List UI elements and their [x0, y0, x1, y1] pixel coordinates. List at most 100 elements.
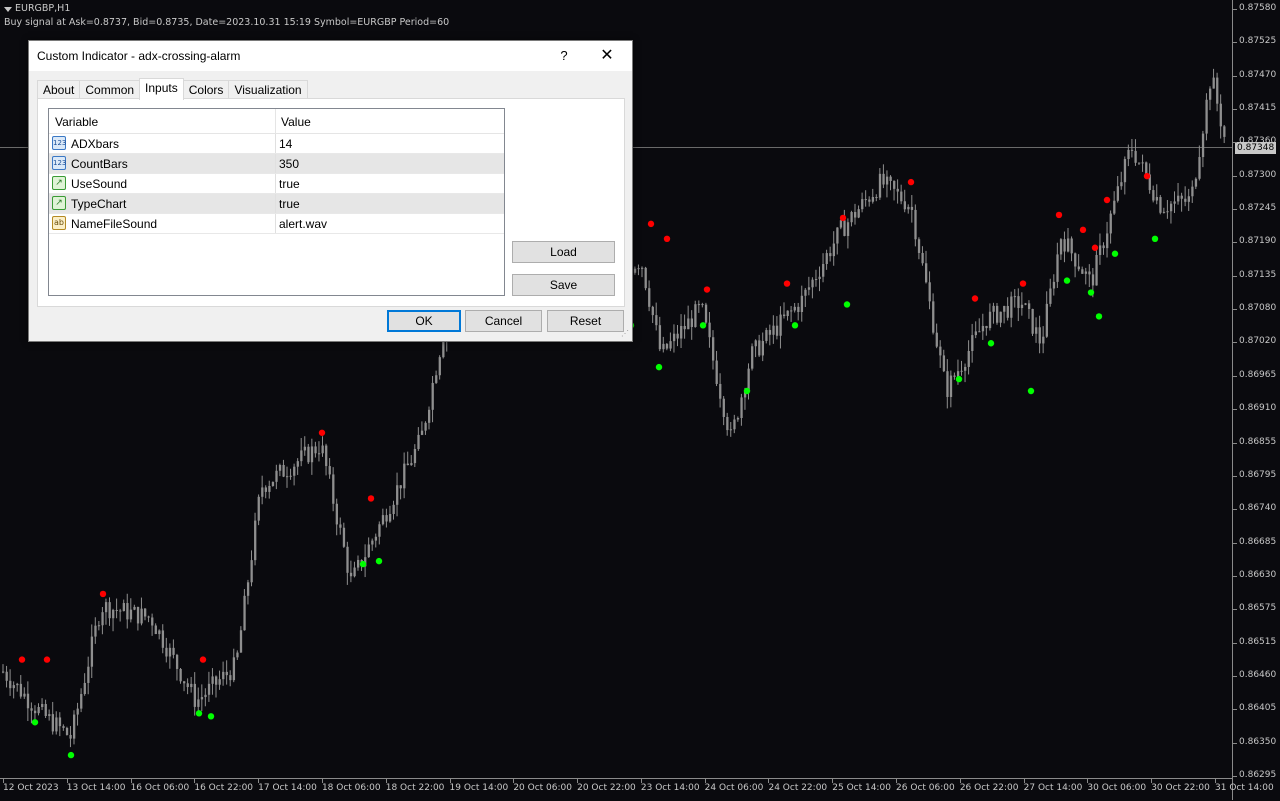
candle	[790, 305, 793, 322]
tab-common[interactable]: Common	[79, 80, 141, 100]
candle	[907, 204, 910, 214]
candle	[1194, 177, 1198, 190]
chevron-down-icon[interactable]	[4, 6, 12, 12]
tab-visualization[interactable]: Visualization	[228, 80, 308, 100]
price-tick	[1233, 275, 1237, 277]
input-row-typechart[interactable]: ↗ TypeChart true	[49, 194, 504, 214]
buy-signal-dot	[67, 751, 75, 759]
candle	[1095, 248, 1098, 286]
candle	[325, 443, 328, 476]
variable-value[interactable]: 350	[279, 157, 299, 171]
sell-signal-dot	[907, 178, 915, 186]
candle	[94, 617, 97, 644]
candle	[758, 334, 761, 357]
boolean-icon: ↗	[52, 176, 66, 190]
ok-button[interactable]: OK	[387, 310, 461, 332]
candle	[26, 681, 30, 722]
candle	[122, 599, 125, 612]
candle	[715, 350, 718, 387]
candle	[435, 370, 438, 384]
input-row-countbars[interactable]: 123 CountBars 350	[49, 154, 504, 174]
input-row-adxbars[interactable]: 123 ADXbars 14	[49, 134, 504, 154]
candle	[275, 464, 278, 490]
candle	[367, 537, 370, 558]
candle	[37, 703, 40, 716]
close-button[interactable]: ✕	[595, 45, 619, 67]
candle	[385, 508, 388, 528]
tab-colors[interactable]: Colors	[182, 80, 230, 100]
variable-value[interactable]: true	[279, 177, 300, 191]
string-icon: ab	[52, 216, 66, 230]
load-button[interactable]: Load	[512, 241, 615, 263]
price-tick	[1233, 75, 1237, 77]
candle	[996, 302, 999, 325]
sell-signal-dot	[1079, 226, 1087, 234]
candle	[1212, 68, 1215, 89]
candle	[190, 676, 193, 693]
candle	[1049, 278, 1052, 307]
candle	[147, 615, 150, 623]
candle	[278, 463, 282, 477]
price-tick	[1233, 109, 1237, 111]
candle	[1173, 191, 1176, 213]
cancel-button[interactable]: Cancel	[465, 310, 542, 332]
candle	[935, 323, 938, 349]
price-tick	[1233, 542, 1237, 544]
sell-signal-dot	[43, 656, 51, 663]
variable-value[interactable]: alert.wav	[279, 217, 327, 231]
price-tick-label: 0.87360	[1239, 136, 1277, 147]
candle	[1059, 238, 1063, 260]
price-tick-label: 0.86910	[1239, 403, 1277, 414]
candle	[736, 416, 740, 422]
candle	[225, 660, 228, 685]
candle	[1063, 231, 1066, 263]
buy-signal-dot	[791, 322, 799, 329]
candle	[658, 316, 662, 352]
candle	[928, 271, 931, 310]
candle	[1045, 291, 1048, 338]
candle	[946, 359, 949, 409]
column-header-variable[interactable]: Variable	[55, 115, 98, 129]
candle	[381, 508, 385, 526]
input-row-usesound[interactable]: ↗ UseSound true	[49, 174, 504, 194]
candle	[30, 702, 33, 724]
candle	[701, 302, 704, 308]
candle	[119, 608, 122, 622]
resize-grip-icon[interactable]: ⋰	[621, 329, 630, 338]
column-header-value[interactable]: Value	[281, 115, 311, 129]
candle	[431, 375, 434, 423]
candle	[58, 712, 62, 737]
save-button[interactable]: Save	[512, 274, 615, 296]
candle	[974, 321, 977, 339]
column-divider[interactable]	[275, 109, 276, 133]
candle	[1141, 154, 1144, 172]
price-tick-label: 0.86515	[1239, 636, 1277, 647]
reset-button[interactable]: Reset	[547, 310, 624, 332]
candle	[768, 324, 772, 346]
candle	[296, 458, 299, 475]
candle	[662, 336, 665, 353]
candle	[1013, 289, 1017, 308]
candle	[392, 500, 395, 520]
candle	[793, 303, 796, 313]
variable-value[interactable]: true	[279, 197, 300, 211]
variable-name: ADXbars	[71, 137, 120, 151]
candle	[200, 684, 204, 712]
buy-signal-dot	[655, 363, 663, 371]
candle	[754, 339, 757, 358]
cell-divider	[275, 214, 276, 233]
candle	[1205, 93, 1208, 141]
tab-about[interactable]: About	[37, 80, 81, 100]
candle	[1088, 264, 1091, 288]
candle	[282, 459, 285, 478]
tab-inputs[interactable]: Inputs	[139, 78, 184, 100]
candle	[687, 305, 690, 330]
help-button[interactable]: ?	[553, 45, 575, 67]
candle	[832, 231, 835, 266]
candle	[953, 372, 956, 380]
time-tick-label: 26 Oct 22:00	[959, 783, 1019, 793]
variable-value[interactable]: 14	[279, 137, 292, 151]
input-row-namefilesound[interactable]: ab NameFileSound alert.wav	[49, 214, 504, 234]
candle	[97, 620, 101, 631]
dialog-titlebar[interactable]: Custom Indicator - adx-crossing-alarm ? …	[29, 41, 632, 71]
